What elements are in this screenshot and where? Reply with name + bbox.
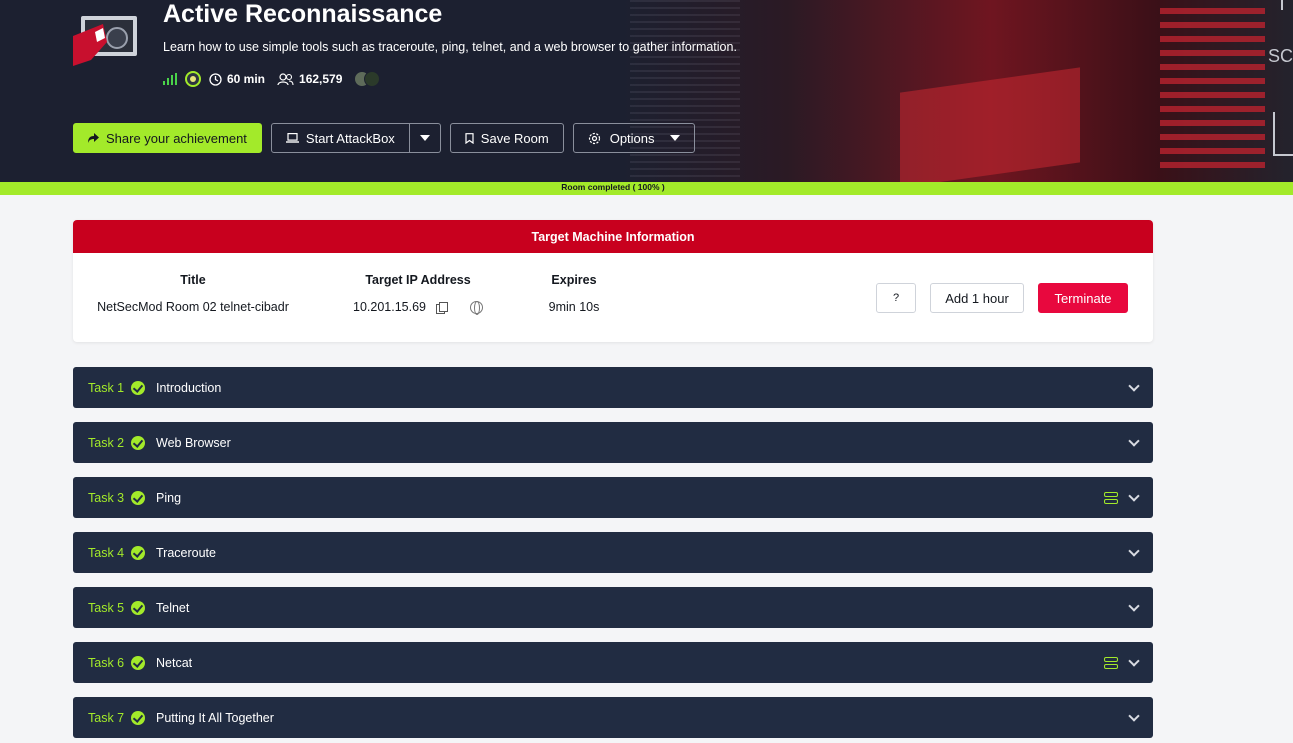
banner-artwork: SC	[620, 0, 1293, 182]
task-title: Web Browser	[156, 435, 231, 450]
task-1-header[interactable]: Task 1 Introduction	[73, 367, 1153, 408]
target-ip-value[interactable]: 10.201.15.69	[353, 300, 426, 314]
share-achievement-label: Share your achievement	[106, 130, 247, 146]
globe-icon[interactable]	[470, 300, 483, 315]
target-title-value: NetSecMod Room 02 telnet-cibadr	[97, 300, 289, 314]
target-machine-actions: ? Add 1 hour Terminate	[876, 283, 1128, 313]
chevron-down-icon[interactable]	[1128, 654, 1140, 667]
server-icon	[1104, 656, 1118, 669]
chevron-down-icon[interactable]	[1128, 544, 1140, 557]
start-attackbox-button[interactable]: Start AttackBox	[270, 123, 410, 153]
difficulty-easy-icon	[185, 71, 201, 87]
room-banner: SC Active Reconnaissance Learn how to us…	[0, 0, 1293, 182]
chevron-down-icon[interactable]	[1128, 379, 1140, 392]
chevron-down-icon[interactable]	[1128, 709, 1140, 722]
attackbox-button-group: Start AttackBox	[270, 123, 441, 153]
chevron-down-icon[interactable]	[1128, 434, 1140, 447]
laptop-icon	[285, 133, 299, 143]
copy-icon[interactable]	[436, 301, 448, 314]
room-icon	[73, 16, 137, 66]
start-attackbox-label: Start AttackBox	[305, 130, 395, 146]
room-action-bar: Share your achievement Start AttackBox S…	[73, 123, 695, 153]
target-ip-header: Target IP Address	[365, 273, 471, 287]
share-achievement-button[interactable]: Share your achievement	[73, 123, 262, 153]
save-room-button[interactable]: Save Room	[449, 123, 564, 153]
signal-icon	[163, 73, 177, 85]
room-description: Learn how to use simple tools such as tr…	[163, 40, 737, 54]
task-title: Telnet	[156, 600, 190, 615]
task-3-header[interactable]: Task 3 Ping	[73, 477, 1153, 518]
task-title: Putting It All Together	[156, 710, 274, 725]
chevron-down-icon[interactable]	[1128, 599, 1140, 612]
options-button[interactable]: Options	[572, 123, 695, 153]
task-7-header[interactable]: Task 7 Putting It All Together	[73, 697, 1153, 738]
chevron-down-icon[interactable]	[1128, 489, 1140, 502]
server-icon	[1104, 491, 1118, 504]
bookmark-icon	[465, 132, 474, 144]
target-title-column: Title NetSecMod Room 02 telnet-cibadr	[73, 273, 313, 314]
task-title: Traceroute	[156, 545, 216, 560]
gear-icon	[588, 132, 600, 144]
check-circle-icon	[131, 380, 145, 395]
room-creators-avatars[interactable]	[354, 71, 381, 87]
check-circle-icon	[131, 600, 145, 615]
target-machine-heading: Target Machine Information	[73, 220, 1153, 253]
task-5-header[interactable]: Task 5 Telnet	[73, 587, 1153, 628]
check-circle-icon	[131, 435, 145, 450]
avatar[interactable]	[364, 71, 381, 87]
task-title: Introduction	[156, 380, 222, 395]
clock-icon	[209, 72, 222, 86]
users-icon	[277, 72, 294, 85]
machine-help-button[interactable]: ?	[876, 283, 916, 313]
task-2-header[interactable]: Task 2 Web Browser	[73, 422, 1153, 463]
check-circle-icon	[131, 490, 145, 505]
task-number: Task 2	[88, 435, 125, 450]
room-title: Active Reconnaissance	[163, 0, 443, 28]
check-circle-icon	[131, 545, 145, 560]
share-icon	[88, 133, 99, 143]
task-title: Ping	[156, 490, 182, 505]
check-circle-icon	[131, 655, 145, 670]
room-meta: 60 min 162,579	[163, 69, 381, 89]
task-number: Task 1	[88, 380, 125, 395]
room-duration: 60 min	[227, 72, 266, 86]
target-title-header: Title	[180, 273, 206, 287]
check-circle-icon	[131, 710, 145, 725]
task-6-header[interactable]: Task 6 Netcat	[73, 642, 1153, 683]
task-number: Task 3	[88, 490, 125, 505]
add-hour-button[interactable]: Add 1 hour	[930, 283, 1024, 313]
target-expires-header: Expires	[551, 273, 597, 287]
save-room-label: Save Room	[480, 130, 549, 146]
task-number: Task 5	[88, 600, 125, 615]
banner-art-text: SC	[1267, 46, 1293, 66]
target-ip-column: Target IP Address 10.201.15.69	[343, 273, 493, 315]
task-title: Netcat	[156, 655, 193, 670]
task-number: Task 4	[88, 545, 125, 560]
task-number: Task 7	[88, 710, 125, 725]
target-machine-card: Target Machine Information Title NetSecM…	[73, 220, 1153, 342]
chevron-down-icon	[419, 135, 430, 141]
room-user-count: 162,579	[299, 72, 343, 86]
room-progress-label: Room completed ( 100% )	[561, 182, 665, 192]
task-4-header[interactable]: Task 4 Traceroute	[73, 532, 1153, 573]
target-expires-column: Expires 9min 10s	[524, 273, 624, 314]
chevron-down-icon	[669, 135, 680, 141]
task-number: Task 6	[88, 655, 125, 670]
options-label: Options	[609, 130, 655, 146]
attackbox-dropdown-button[interactable]	[409, 123, 441, 153]
terminate-button[interactable]: Terminate	[1038, 283, 1128, 313]
target-expires-value: 9min 10s	[548, 300, 600, 314]
